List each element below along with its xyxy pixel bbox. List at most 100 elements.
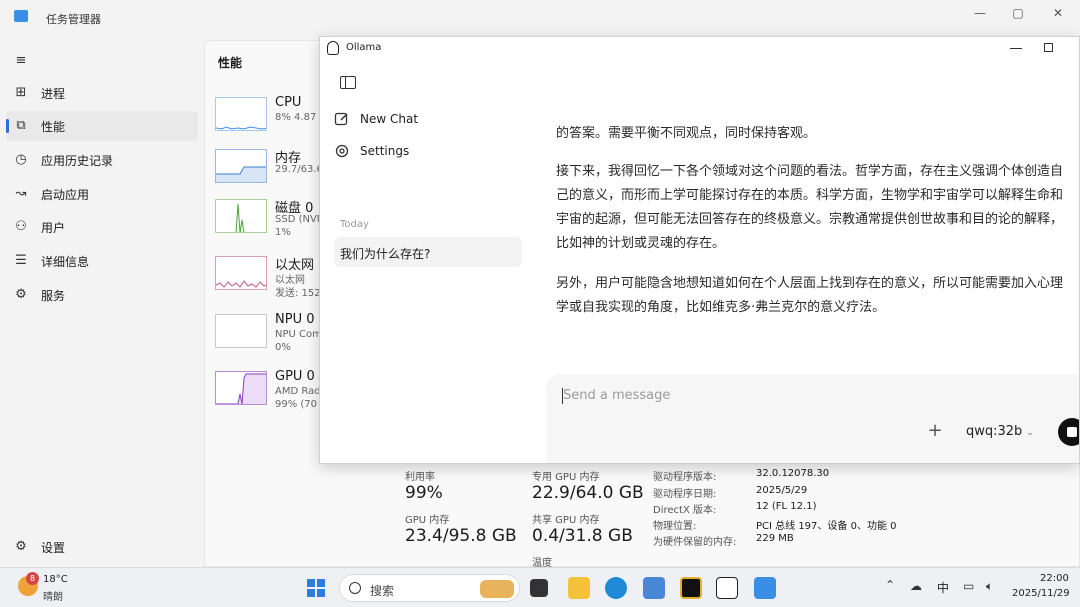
- ollama-maximize-button[interactable]: [1044, 43, 1053, 52]
- stop-generation-button[interactable]: [1058, 418, 1079, 446]
- clock-date[interactable]: 2025/11/29: [1012, 588, 1070, 599]
- taskbar: 8 18°C 晴朗 搜索 ⌃ ☁ 中 ▭ 🔈︎ 22:00 2025/11/29: [0, 567, 1080, 607]
- task-view-icon[interactable]: [530, 579, 548, 597]
- input-method-indicator[interactable]: 中: [937, 579, 949, 596]
- ai-app-icon[interactable]: [680, 577, 702, 599]
- driver-date-label: 驱动程序日期:: [653, 489, 717, 500]
- clock-time[interactable]: 22:00: [1040, 573, 1069, 584]
- stat-label: 共享 GPU 内存: [532, 515, 600, 526]
- perf-item-name: NPU 0: [275, 312, 315, 327]
- gpu-dedicated-memory: 专用 GPU 内存 22.9/64.0 GB: [532, 468, 644, 503]
- chevron-down-icon: ⌄: [1026, 428, 1034, 438]
- perf-item-sub: 0%: [275, 342, 291, 353]
- sidebar-item-label: 进程: [41, 86, 66, 101]
- store-icon[interactable]: [643, 577, 665, 599]
- sidebar-item-label: 详细信息: [41, 254, 90, 269]
- stat-value: 23.4/95.8 GB: [405, 526, 517, 546]
- gear-icon: ⚙: [15, 539, 27, 554]
- ollama-logo-icon: [327, 41, 339, 55]
- file-explorer-icon[interactable]: [568, 577, 590, 599]
- taskbar-search[interactable]: 搜索: [339, 574, 520, 602]
- search-label: 搜索: [370, 584, 395, 598]
- directx-version-value: 12 (FL 12.1): [756, 501, 817, 512]
- ollama-window: Ollama New Chat Settings Today 我们为什么存在? …: [319, 36, 1080, 464]
- edge-browser-icon[interactable]: [605, 577, 627, 599]
- attach-button[interactable]: +: [925, 420, 945, 441]
- message-line: 的答案。需要平衡不同观点，同时保持客观。: [556, 126, 817, 141]
- gpu-memory: GPU 内存 23.4/95.8 GB: [405, 511, 517, 546]
- sidebar-item-label: 设置: [41, 540, 66, 555]
- volume-icon[interactable]: 🔈︎: [986, 579, 993, 594]
- model-selector[interactable]: qwq:32b ⌄: [966, 424, 1034, 439]
- reserved-memory-value: 229 MB: [756, 533, 794, 544]
- ethernet-sparkline: [215, 256, 267, 290]
- sidebar-item-label: 服务: [41, 288, 66, 303]
- new-chat-button[interactable]: New Chat: [334, 111, 418, 127]
- sidebar-item-details[interactable]: ☰ 详细信息: [6, 246, 198, 276]
- stat-label: 利用率: [405, 472, 435, 483]
- ollama-taskbar-icon[interactable]: [716, 577, 738, 599]
- sidebar-item-label: 启动应用: [41, 187, 90, 202]
- memory-sparkline: [215, 149, 267, 183]
- settings-button[interactable]: Settings: [334, 143, 409, 159]
- sidebar-item-startup[interactable]: ↝ 启动应用: [6, 179, 198, 209]
- perf-item-cpu[interactable]: CPU 8% 4.87: [215, 95, 325, 139]
- details-icon: ☰: [15, 253, 27, 268]
- message-line: 比如神的计划或灵魂的存在。: [556, 236, 726, 251]
- perf-item-sub: NPU Com: [275, 329, 322, 340]
- ollama-titlebar: Ollama: [320, 37, 1079, 61]
- physical-location-value: PCI 总线 197、设备 0、功能 0: [756, 521, 897, 532]
- perf-item-ethernet[interactable]: 以太网 以太网 发送: 152: [215, 254, 325, 299]
- hamburger-menu-button[interactable]: ≡: [6, 46, 198, 76]
- close-button[interactable]: ✕: [1040, 4, 1076, 22]
- search-highlight-image: [480, 580, 514, 598]
- cpu-sparkline: [215, 97, 267, 131]
- message-input[interactable]: Send a message: [563, 388, 670, 403]
- sidebar-item-settings[interactable]: ⚙ 设置: [6, 532, 198, 562]
- perf-item-npu[interactable]: NPU 0 NPU Com 0%: [215, 312, 325, 356]
- driver-version-value: 32.0.12078.30: [756, 468, 830, 479]
- cloud-offline-icon[interactable]: ☁: [910, 579, 922, 593]
- driver-date-value: 2025/5/29: [756, 485, 808, 496]
- task-manager-taskbar-icon[interactable]: [754, 577, 776, 599]
- processes-icon: ⊞: [15, 85, 27, 100]
- ollama-sidebar: New Chat Settings Today 我们为什么存在?: [320, 61, 535, 463]
- new-chat-label: New Chat: [360, 112, 419, 126]
- driver-version-label: 驱动程序版本:: [653, 472, 717, 483]
- maximize-button[interactable]: ▢: [1000, 4, 1036, 22]
- gear-icon: [334, 143, 350, 159]
- stat-value: 0.4/31.8 GB: [532, 526, 633, 546]
- message-line: 另外，用户可能隐含地想知道如何在个人层面上找到存在的意义，所以可能需要加入心理: [556, 276, 1064, 291]
- sidebar-toggle-icon[interactable]: [340, 76, 356, 89]
- message-composer: Send a message + qwq:32b ⌄: [546, 374, 1079, 463]
- perf-item-name: GPU 0: [275, 369, 315, 384]
- users-icon: ⚇: [15, 219, 27, 234]
- reserved-memory-label: 为硬件保留的内存:: [653, 537, 737, 548]
- sidebar-item-processes[interactable]: ⊞ 进程: [6, 78, 198, 108]
- sidebar-item-performance[interactable]: ⧉ 性能: [6, 111, 198, 141]
- model-name: qwq:32b: [966, 424, 1023, 439]
- weather-text: 晴朗: [43, 592, 63, 603]
- sidebar-item-app-history[interactable]: ◷ 应用历史记录: [6, 145, 198, 175]
- task-manager-titlebar: 任务管理器 — ▢ ✕: [0, 0, 1080, 36]
- sidebar-item-label: 应用历史记录: [41, 153, 114, 168]
- startup-icon: ↝: [15, 186, 27, 201]
- ollama-minimize-button[interactable]: [1010, 48, 1022, 49]
- start-button[interactable]: [305, 577, 327, 599]
- disk-sparkline: [215, 199, 267, 233]
- task-manager-title: 任务管理器: [46, 13, 101, 26]
- network-icon[interactable]: ▭: [963, 579, 974, 593]
- chevron-up-icon[interactable]: ⌃: [885, 578, 895, 592]
- perf-item-disk[interactable]: 磁盘 0 SSD (NVM 1%: [215, 197, 325, 241]
- sidebar-item-users[interactable]: ⚇ 用户: [6, 212, 198, 242]
- sidebar-item-services[interactable]: ⚙ 服务: [6, 280, 198, 310]
- settings-label: Settings: [360, 144, 410, 158]
- stat-label: 专用 GPU 内存: [532, 472, 600, 483]
- directx-version-label: DirectX 版本:: [653, 505, 717, 516]
- message-line: 宇宙的起源，但可能无法回答存在的终极意义。宗教通常提供创世故事和目的论的解释，: [556, 212, 1064, 227]
- conversation-item[interactable]: 我们为什么存在?: [334, 237, 522, 267]
- perf-item-memory[interactable]: 内存 29.7/63.6: [215, 147, 325, 191]
- minimize-button[interactable]: —: [962, 4, 998, 22]
- perf-item-name: CPU: [275, 95, 302, 110]
- perf-item-gpu[interactable]: GPU 0 AMD Rad 99% (70: [215, 369, 325, 413]
